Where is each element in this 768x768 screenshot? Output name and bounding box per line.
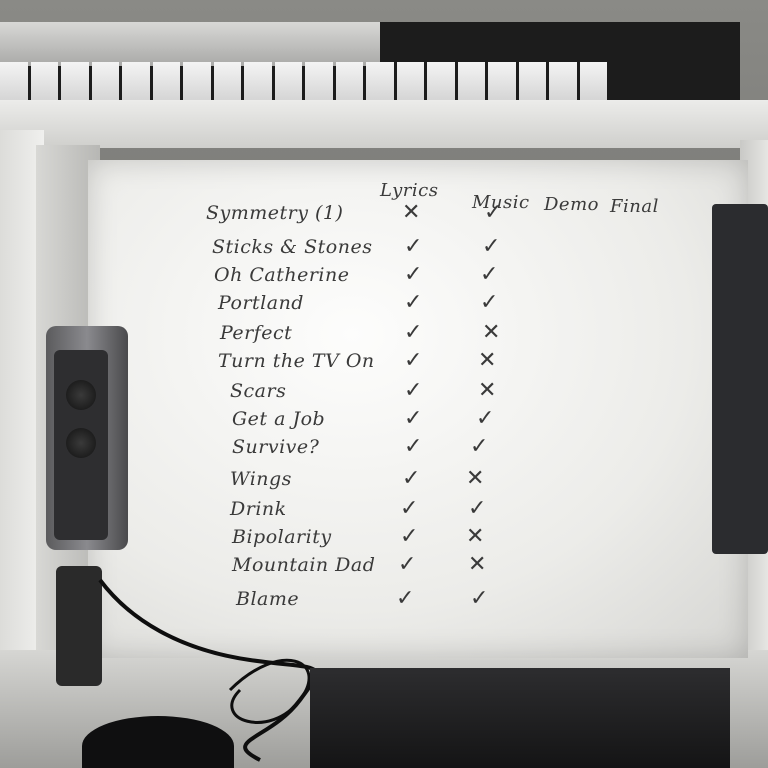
lyrics-mark: ✓ [398, 552, 417, 577]
lyrics-mark: ✓ [402, 466, 421, 491]
music-mark: ✓ [480, 262, 499, 287]
song-title: Mountain Dad [232, 554, 376, 576]
lyrics-mark: ✓ [404, 434, 423, 459]
music-mark: ✓ [480, 290, 499, 315]
song-title: Scars [230, 380, 287, 402]
music-mark: ✕ [468, 552, 487, 577]
header-lyrics: Lyrics [380, 180, 439, 201]
song-title: Turn the TV On [218, 350, 375, 372]
music-mark: ✓ [468, 496, 487, 521]
lyrics-mark: ✓ [404, 320, 423, 345]
lyrics-mark: ✓ [404, 378, 423, 403]
song-title: Oh Catherine [214, 264, 350, 286]
song-title: Symmetry (1) [206, 202, 344, 224]
song-title: Sticks & Stones [212, 236, 373, 258]
music-mark: ✓ [484, 200, 503, 225]
song-title: Bipolarity [232, 526, 332, 548]
music-mark: ✓ [476, 406, 495, 431]
music-mark: ✓ [470, 434, 489, 459]
lyrics-mark: ✓ [396, 586, 415, 611]
song-title: Drink [230, 498, 287, 520]
music-mark: ✓ [470, 586, 489, 611]
lyrics-mark: ✕ [402, 200, 421, 225]
song-title: Wings [230, 468, 292, 490]
lyrics-mark: ✓ [404, 262, 423, 287]
mug [82, 716, 234, 768]
song-title: Blame [236, 588, 300, 610]
lyrics-mark: ✓ [404, 290, 423, 315]
music-mark: ✕ [466, 466, 485, 491]
music-mark: ✕ [466, 524, 485, 549]
laptop [310, 668, 730, 768]
song-title: Portland [218, 292, 304, 314]
cable [98, 578, 318, 762]
lyrics-mark: ✓ [404, 234, 423, 259]
lyrics-mark: ✓ [404, 406, 423, 431]
header-final: Final [610, 196, 659, 217]
scene: Lyrics Music Demo Final Symmetry (1) ✕ ✓ St… [0, 0, 768, 768]
music-mark: ✕ [478, 348, 497, 373]
lyrics-mark: ✓ [404, 348, 423, 373]
song-title: Survive? [232, 436, 320, 458]
music-mark: ✕ [478, 378, 497, 403]
song-title: Get a Job [232, 408, 326, 430]
lyrics-mark: ✓ [400, 524, 419, 549]
lyrics-mark: ✓ [400, 496, 419, 521]
music-mark: ✕ [482, 320, 501, 345]
song-title: Perfect [220, 322, 293, 344]
header-demo: Demo [544, 194, 599, 215]
music-mark: ✓ [482, 234, 501, 259]
